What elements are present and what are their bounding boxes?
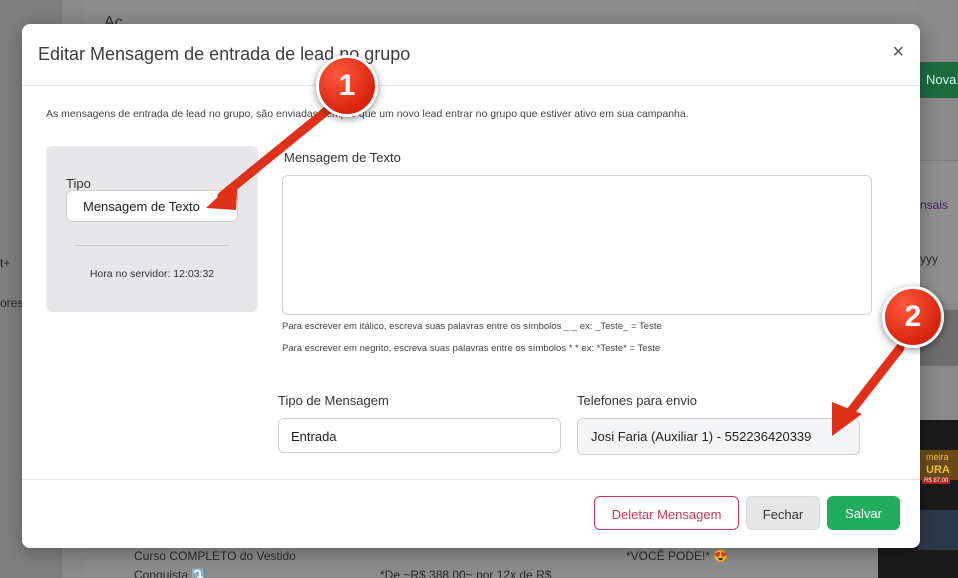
footer-divider: [22, 479, 920, 480]
thumbnail-text: meira: [926, 452, 949, 462]
annotation-badge-2: 2: [882, 286, 944, 348]
delete-message-button[interactable]: Deletar Mensagem: [594, 496, 739, 530]
divider: [74, 245, 230, 246]
phones-select[interactable]: Josi Faria (Auxiliar 1) - 552236420339: [577, 418, 860, 455]
background-text: nsais: [920, 198, 949, 212]
edit-message-modal: Editar Mensagem de entrada de lead no gr…: [22, 24, 920, 548]
chevron-down-icon: [221, 199, 231, 212]
background-text: *VOCÊ PODE!* 😍: [626, 549, 729, 563]
phones-label: Telefones para envio: [577, 393, 697, 408]
save-button[interactable]: Salvar: [827, 496, 900, 530]
background-new-button: Nova: [918, 62, 958, 98]
background-text: Curso COMPLETO do Vestido: [134, 549, 296, 563]
thumbnail-price: R$ 87,00: [922, 478, 951, 484]
tipo-select-value: Mensagem de Texto: [83, 199, 200, 214]
bold-hint: Para escrever em negrito, escreva suas p…: [282, 343, 661, 354]
background-text: yyy: [920, 252, 938, 266]
message-type-input[interactable]: Entrada: [278, 418, 561, 453]
background-text: *De ~R$ 388,00~ por 12x de R$: [380, 568, 552, 578]
thumbnail-text: URA: [926, 464, 950, 476]
background-text: ores: [0, 296, 24, 310]
message-label: Mensagem de Texto: [284, 150, 401, 165]
close-icon[interactable]: ×: [892, 42, 904, 62]
server-time: Hora no servidor: 12:03:32: [89, 268, 215, 280]
intro-text: As mensagens de entrada de lead no grupo…: [46, 108, 689, 120]
message-textarea[interactable]: [282, 175, 872, 315]
close-button[interactable]: Fechar: [746, 496, 820, 530]
type-panel: Tipo Mensagem de Texto Hora no servidor:…: [46, 146, 258, 312]
message-type-label: Tipo de Mensagem: [278, 393, 389, 408]
tipo-label: Tipo: [66, 176, 91, 191]
thumbnail-strip: [918, 510, 958, 550]
italic-hint: Para escrever em itálico, escreva suas p…: [282, 321, 662, 332]
modal-header: Editar Mensagem de entrada de lead no gr…: [22, 24, 920, 86]
tipo-select[interactable]: Mensagem de Texto: [66, 190, 238, 222]
annotation-badge-1: 1: [316, 55, 378, 117]
background-text: Conquista ⤵️: [134, 568, 207, 578]
background-text: t+: [0, 256, 11, 270]
